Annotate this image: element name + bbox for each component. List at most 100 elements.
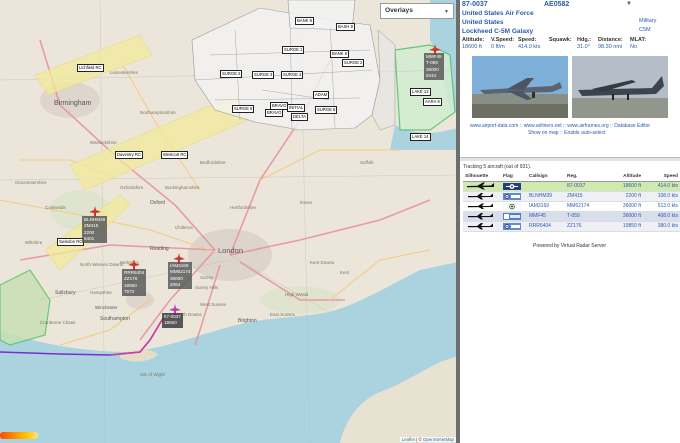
city-label-brighton: Brighton	[238, 318, 257, 324]
altitude-color-scale	[0, 432, 38, 439]
flag-cell	[501, 201, 527, 212]
overlays-dropdown[interactable]: Overlays ▼	[380, 3, 454, 19]
airspace-tag[interactable]: Daventry RC	[115, 151, 143, 159]
military-flag-icon	[503, 212, 521, 220]
aircraft-label-line: 2064	[170, 281, 181, 287]
column-header-reg[interactable]: Reg.	[565, 172, 605, 182]
column-header-flag[interactable]: Flag	[501, 172, 527, 182]
flag-cell	[501, 181, 527, 192]
airspace-tag[interactable]: SURGE 2	[342, 59, 365, 67]
airspace-tag[interactable]: SURGE 6	[315, 106, 338, 114]
reg-cell: ZZ176	[565, 221, 605, 232]
airspace-tag[interactable]: Westcott RC	[161, 151, 189, 159]
raf-flag-icon	[503, 192, 521, 200]
airspace-tag[interactable]: Lichfield RC	[77, 64, 104, 72]
external-links[interactable]: www.airport-data.com :: www.airliners.ne…	[470, 123, 650, 129]
field-label-mlat: MLAT:	[630, 37, 647, 43]
usaf-flag-icon	[503, 182, 521, 190]
speed-cell: 414.0 kts	[643, 181, 680, 192]
aircraft-list-header: Silhouette Flag Callsign Reg. Altitude S…	[463, 172, 680, 182]
collapse-chevron-icon[interactable]: ▼	[626, 1, 632, 7]
region-label: Gloucestershire	[15, 180, 47, 185]
region-label: Cotswolds	[45, 205, 66, 210]
aircraft-label-line: 18600	[164, 320, 177, 326]
city-label-salisbury: Salisbury	[55, 290, 76, 296]
region-label: Hertfordshire	[230, 205, 257, 210]
detail-category: Military	[639, 18, 657, 24]
airspace-tag[interactable]: SURGE 5	[232, 105, 255, 113]
table-row[interactable]: MMF45 T-059 36000 ft 408.0 kts	[463, 211, 680, 222]
attribution-separator: | ©	[416, 437, 422, 442]
detail-country: United States	[462, 19, 504, 26]
column-header-speed[interactable]: Speed	[643, 172, 680, 182]
airspace-tag[interactable]: BASH 8	[336, 23, 355, 31]
reg-cell: MM62174	[565, 201, 605, 212]
raf-flag-icon	[503, 222, 521, 230]
silhouette-cell	[463, 181, 501, 192]
speed-cell: 380.0 kts	[643, 221, 680, 232]
callsign-cell: MMF45	[527, 211, 565, 222]
field-value-heading: 31.0°	[577, 44, 590, 50]
map-links[interactable]: Show on map :: Enable auto-select	[528, 130, 606, 136]
silhouette-cell	[463, 201, 501, 212]
field-value-altitude: 18600 ft	[462, 44, 482, 50]
aircraft-label[interactable]: BLNHM39 ZM415 2200 6401	[82, 216, 108, 244]
region-label: Cranborne Chase	[40, 320, 76, 325]
field-value-distance: 98.30 nmi	[598, 44, 623, 50]
aircraft-label[interactable]: RRR6404 ZZ176 18850 7573	[122, 269, 147, 297]
region-label: Surrey Hills	[195, 285, 219, 290]
column-header-callsign[interactable]: Callsign	[527, 172, 565, 182]
table-row-selected[interactable]: 87-0037 18600 ft 414.0 kts	[463, 181, 680, 192]
airspace-tag[interactable]: BRAVO	[265, 109, 284, 117]
city-label-oxford: Oxford	[150, 200, 166, 206]
aircraft-detail-header: 87-0037 AE0582 ▼ United States Air Force…	[460, 0, 680, 57]
callsign-cell: IAM3169	[527, 201, 565, 212]
airspace-tag[interactable]: INITIAL	[287, 104, 306, 112]
table-row[interactable]: RRR6404 ZZ176 19850 ft 380.0 kts	[463, 221, 680, 232]
powered-by-text: Powered by Virtual Radar Server	[533, 243, 606, 249]
detail-type-code: C5M	[639, 27, 651, 33]
aircraft-photo-image	[472, 56, 568, 118]
column-header-silhouette[interactable]: Silhouette	[463, 172, 501, 182]
aircraft-label[interactable]: IAM3169 MM62174 36000 2064	[168, 262, 193, 290]
airspace-tag[interactable]: AARA 9	[423, 98, 442, 106]
aircraft-photo-image	[572, 56, 668, 118]
airspace-tag[interactable]: BANK 8	[330, 50, 349, 58]
aircraft-photo-2[interactable]	[572, 56, 668, 118]
airspace-tag[interactable]: SURGE 2	[220, 70, 243, 78]
airspace-tag[interactable]: SURGE 4	[281, 71, 304, 79]
speed-cell: 513.0 kts	[643, 201, 680, 212]
selected-aircraft-label[interactable]: 87-0037 18600	[162, 313, 183, 328]
region-label: Bedfordshire	[200, 160, 226, 165]
airspace-tag[interactable]: BANK 8	[295, 17, 314, 25]
table-row[interactable]: IAM3169 MM62174 36000 ft 513.0 kts	[463, 201, 680, 212]
map-tiles	[0, 0, 458, 443]
map-view[interactable]: Birmingham London Oxford Southampton Bri…	[0, 0, 458, 443]
region-label: Chilterns	[175, 225, 193, 230]
aircraft-label[interactable]: MMF45 T-059 36000 6344	[424, 53, 444, 81]
column-header-altitude[interactable]: Altitude	[605, 172, 643, 182]
region-label: Kent Downs	[310, 260, 335, 265]
airspace-tag[interactable]: LAKE 14	[410, 133, 431, 141]
ami-flag-icon	[503, 202, 521, 210]
city-label-birmingham: Birmingham	[54, 100, 92, 107]
flag-cell	[501, 191, 527, 202]
detail-operator: United States Air Force	[462, 10, 534, 17]
city-label-southampton: Southampton	[100, 316, 130, 322]
altitude-cell: 36000 ft	[605, 211, 643, 222]
field-label-vspeed: V.Speed:	[491, 37, 515, 43]
airspace-tag[interactable]: SURGE 3	[252, 71, 275, 79]
openstreetmap-link[interactable]: OpenStreetMap	[423, 437, 454, 442]
region-label: Leicestershire	[110, 70, 139, 75]
aircraft-list-table: Silhouette Flag Callsign Reg. Altitude S…	[463, 172, 680, 232]
region-label: North Wessex Downs	[80, 262, 124, 267]
airspace-tag[interactable]: DELTA	[291, 113, 308, 121]
region-label: Surrey	[200, 275, 214, 280]
aircraft-photo-1[interactable]	[472, 56, 568, 118]
airspace-tag[interactable]: SURGE 1	[282, 46, 305, 54]
leaflet-link[interactable]: Leaflet	[402, 437, 415, 442]
airspace-tag[interactable]: ADAM	[313, 91, 330, 99]
airspace-tag[interactable]: LAKE 12	[410, 88, 431, 96]
table-row[interactable]: BLNHM39 ZM415 2200 ft 108.0 kts	[463, 191, 680, 202]
airspace-tag[interactable]: Swindon RC	[57, 238, 85, 246]
